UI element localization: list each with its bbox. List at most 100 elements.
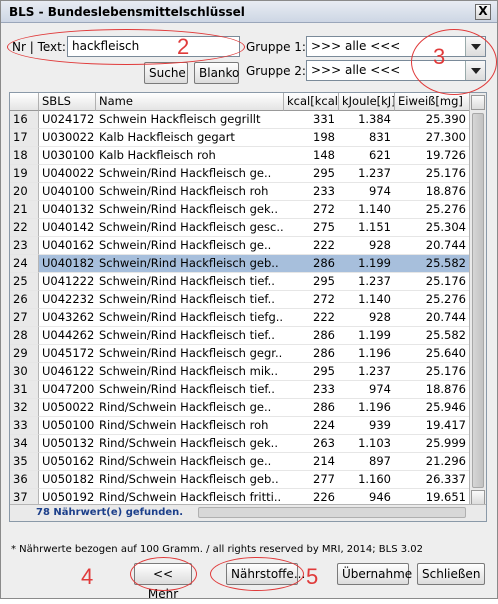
cell-kcal: 295 xyxy=(284,363,339,381)
horizontal-scrollbar[interactable]: 78 Nährwert(e) gefunden. xyxy=(10,504,486,521)
cell-kcal: 222 xyxy=(284,237,339,255)
table-row[interactable]: 24 U040182 Schwein/Rind Hackfleisch geb.. 2… xyxy=(10,255,470,273)
scroll-up-icon[interactable] xyxy=(471,95,485,110)
cell-eiweiss: 25.276 xyxy=(395,201,470,219)
table-row[interactable]: 17 U030022 Kalb Hackfleisch gegart 198 831 27… xyxy=(10,129,470,147)
table-row[interactable]: 28 U044262 Schwein/Rind Hackfleisch tief..… xyxy=(10,327,470,345)
cell-kcal: 295 xyxy=(284,273,339,291)
cell-eiweiss: 25.640 xyxy=(395,345,470,363)
mehr-button[interactable]: << Mehr xyxy=(134,563,192,601)
naehrstoffe-button[interactable]: Nährstoffe... xyxy=(226,563,305,585)
cell-sbls: U044262 xyxy=(39,327,96,345)
chevron-down-icon[interactable] xyxy=(465,61,485,80)
cell-kcal: 222 xyxy=(284,309,339,327)
cell-kjoule: 1.160 xyxy=(339,471,395,489)
table-row[interactable]: 26 U042232 Schwein/Rind Hackfleisch tief..… xyxy=(10,291,470,309)
cell-name: Schwein/Rind Hackfleisch roh xyxy=(96,183,284,201)
cell-kcal: 224 xyxy=(284,417,339,435)
cell-name: Schwein/Rind Hackfleisch tief.. xyxy=(96,327,284,345)
table-row[interactable]: 30 U046122 Schwein/Rind Hackfleisch mik.. 2… xyxy=(10,363,470,381)
column-header-kjoule[interactable]: kJoule[kJ] xyxy=(339,93,395,111)
cell-rownum: 32 xyxy=(10,399,39,417)
cell-kjoule: 1.199 xyxy=(339,327,395,345)
table-row[interactable]: 20 U040100 Schwein/Rind Hackfleisch roh 233… xyxy=(10,183,470,201)
uebernahme-button[interactable]: Übernahme xyxy=(337,563,412,585)
cell-eiweiss: 20.744 xyxy=(395,309,470,327)
gruppe2-label: Gruppe 2: xyxy=(246,64,306,78)
column-header-rownum[interactable] xyxy=(10,93,39,111)
vertical-scrollbar[interactable] xyxy=(469,93,486,521)
cell-eiweiss: 20.744 xyxy=(395,237,470,255)
cell-rownum: 25 xyxy=(10,273,39,291)
cell-rownum: 22 xyxy=(10,219,39,237)
cell-kjoule: 1.237 xyxy=(339,273,395,291)
column-header-name[interactable]: Name xyxy=(96,93,284,111)
cell-sbls: U030100 xyxy=(39,147,96,165)
table-header: SBLS Name kcal[kcal] kJoule[kJ] Eiweiß[m… xyxy=(10,93,486,111)
schliessen-button[interactable]: Schließen xyxy=(417,563,485,585)
cell-name: Schwein/Rind Hackfleisch gek.. xyxy=(96,201,284,219)
cell-name: Rind/Schwein Hackfleisch gek.. xyxy=(96,435,284,453)
cell-rownum: 34 xyxy=(10,435,39,453)
search-input[interactable]: hackfleisch xyxy=(67,36,240,57)
gruppe2-select[interactable]: >>> alle <<< xyxy=(306,60,486,81)
table-row[interactable]: 23 U040162 Schwein/Rind Hackfleisch ge.. 22… xyxy=(10,237,470,255)
cell-kcal: 286 xyxy=(284,345,339,363)
cell-kcal: 331 xyxy=(284,111,339,129)
cell-sbls: U040162 xyxy=(39,237,96,255)
cell-kjoule: 1.140 xyxy=(339,201,395,219)
table-row[interactable]: 18 U030100 Kalb Hackfleisch roh 148 621 19.72… xyxy=(10,147,470,165)
table-row[interactable]: 34 U050132 Rind/Schwein Hackfleisch gek.. 2… xyxy=(10,435,470,453)
table-row[interactable]: 19 U040022 Schwein/Rind Hackfleisch ge.. 29… xyxy=(10,165,470,183)
cell-kjoule: 1.199 xyxy=(339,255,395,273)
gruppe1-select[interactable]: >>> alle <<< xyxy=(306,36,486,57)
cell-kcal: 263 xyxy=(284,435,339,453)
scroll-thumb[interactable] xyxy=(472,113,484,488)
cell-rownum: 21 xyxy=(10,201,39,219)
table-row[interactable]: 21 U040132 Schwein/Rind Hackfleisch gek.. 2… xyxy=(10,201,470,219)
cell-kjoule: 1.237 xyxy=(339,363,395,381)
cell-kcal: 272 xyxy=(284,201,339,219)
cell-kjoule: 1.237 xyxy=(339,165,395,183)
suche-button[interactable]: Suche xyxy=(144,62,188,84)
cell-kjoule: 928 xyxy=(339,309,395,327)
cell-eiweiss: 19.726 xyxy=(395,147,470,165)
cell-eiweiss: 27.300 xyxy=(395,129,470,147)
table-row[interactable]: 32 U050022 Rind/Schwein Hackfleisch ge.. 28… xyxy=(10,399,470,417)
scroll-down-icon[interactable] xyxy=(471,490,485,505)
cell-rownum: 33 xyxy=(10,417,39,435)
cell-kjoule: 974 xyxy=(339,381,395,399)
chevron-down-icon[interactable] xyxy=(465,37,485,56)
column-header-kcal[interactable]: kcal[kcal] xyxy=(284,93,339,111)
table-row[interactable]: 33 U050100 Rind/Schwein Hackfleisch roh 224… xyxy=(10,417,470,435)
cell-eiweiss: 25.176 xyxy=(395,273,470,291)
cell-kcal: 286 xyxy=(284,399,339,417)
column-header-sbls[interactable]: SBLS xyxy=(39,93,96,111)
cell-sbls: U040100 xyxy=(39,183,96,201)
close-button[interactable]: X xyxy=(475,4,491,20)
cell-kjoule: 831 xyxy=(339,129,395,147)
table-row[interactable]: 35 U050162 Rind/Schwein Hackfleisch ge.. 21… xyxy=(10,453,470,471)
table-row[interactable]: 22 U040142 Schwein/Rind Hackfleisch gesc..… xyxy=(10,219,470,237)
table-row[interactable]: 29 U045172 Schwein/Rind Hackfleisch gegr..… xyxy=(10,345,470,363)
cell-name: Schwein Hackfleisch gegrillt xyxy=(96,111,284,129)
results-count: 78 Nährwert(e) gefunden. xyxy=(36,507,184,518)
table-row[interactable]: 31 U047200 Schwein/Rind Hackfleisch tief..… xyxy=(10,381,470,399)
gruppe1-value: >>> alle <<< xyxy=(311,39,401,53)
blanko-button[interactable]: Blanko xyxy=(194,62,239,84)
search-label: Nr | Text: xyxy=(12,40,66,54)
cell-sbls: U042232 xyxy=(39,291,96,309)
window-title: BLS - Bundeslebensmittelschlüssel xyxy=(9,5,245,19)
table-row[interactable]: 25 U041222 Schwein/Rind Hackfleisch tief..… xyxy=(10,273,470,291)
cell-kcal: 286 xyxy=(284,255,339,273)
table-row[interactable]: 27 U043262 Schwein/Rind Hackfleisch tiefg.… xyxy=(10,309,470,327)
annotation-number-2: 2 xyxy=(177,34,190,59)
hscroll-thumb[interactable] xyxy=(198,507,466,518)
results-table[interactable]: SBLS Name kcal[kcal] kJoule[kJ] Eiweiß[m… xyxy=(9,92,487,522)
table-row[interactable]: 16 U024172 Schwein Hackfleisch gegrillt 331… xyxy=(10,111,470,129)
cell-name: Schwein/Rind Hackfleisch tiefg.. xyxy=(96,309,284,327)
column-header-eiweiss[interactable]: Eiweiß[mg] xyxy=(395,93,470,111)
cell-name: Schwein/Rind Hackfleisch tief.. xyxy=(96,273,284,291)
table-row[interactable]: 36 U050182 Rind/Schwein Hackfleisch geb.. 2… xyxy=(10,471,470,489)
cell-name: Rind/Schwein Hackfleisch roh xyxy=(96,417,284,435)
